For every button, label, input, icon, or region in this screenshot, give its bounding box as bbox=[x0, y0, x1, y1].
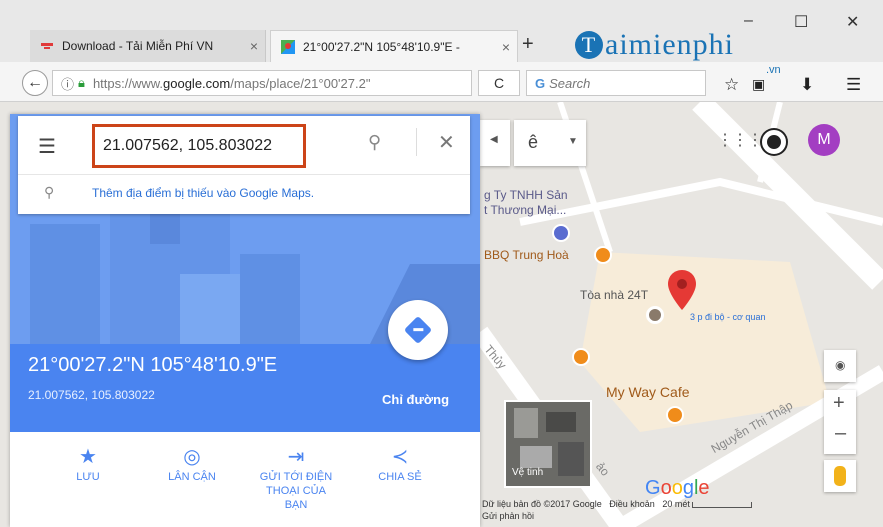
company-label[interactable]: g Ty TNHH Sản t Thương Mại... bbox=[484, 188, 568, 218]
my-location-button[interactable]: ◉ bbox=[824, 350, 856, 382]
collapse-panel-button[interactable]: ◀ bbox=[480, 120, 510, 166]
directions-button[interactable] bbox=[388, 300, 448, 360]
satellite-label: Vệ tinh bbox=[512, 467, 544, 478]
restaurant-icon[interactable] bbox=[594, 246, 612, 264]
menu-icon[interactable]: ☰ bbox=[846, 75, 861, 95]
send-to-phone-icon: ⇥ bbox=[287, 446, 305, 468]
chevron-left-icon: ◀ bbox=[490, 134, 498, 145]
bookmark-star-icon[interactable]: ☆ bbox=[724, 75, 739, 95]
search-card: ☰ 21.007562, 105.803022 ⚲ ✕ ⚲ Thêm địa đ… bbox=[18, 116, 470, 214]
cafe-icon[interactable] bbox=[666, 406, 684, 424]
feedback-link[interactable]: Gửi phản hồi bbox=[482, 511, 534, 521]
library-icon[interactable]: ▣ bbox=[752, 76, 765, 93]
directions-label[interactable]: Chỉ đường bbox=[382, 392, 449, 407]
hamburger-menu-icon[interactable]: ☰ bbox=[38, 134, 56, 159]
zoom-out-button[interactable]: – bbox=[835, 422, 846, 445]
close-tab-icon[interactable]: × bbox=[495, 39, 517, 55]
save-button[interactable]: ★ LƯU bbox=[48, 444, 128, 484]
search-input[interactable]: 21.007562, 105.803022 bbox=[92, 124, 306, 168]
map-data-credit: Dữ liệu bản đồ ©2017 Google bbox=[482, 499, 602, 509]
download-icon[interactable]: ⬇ bbox=[800, 75, 814, 95]
navigation-bar: ← ⓘ 🔒︎ https://www. google.com/maps/place… bbox=[0, 62, 883, 102]
tab-google-maps[interactable]: 21°00'27.2"N 105°48'10.9"E - × bbox=[270, 30, 518, 62]
tab-title: 21°00'27.2"N 105°48'10.9"E - bbox=[303, 39, 460, 54]
satellite-toggle[interactable]: Vệ tinh bbox=[504, 400, 592, 488]
zoom-in-button[interactable]: + bbox=[833, 392, 845, 415]
taimienphi-watermark: Taimienphi bbox=[575, 28, 734, 62]
url-path: /maps/place/21°00'27.2" bbox=[230, 75, 371, 91]
building-label[interactable]: Tòa nhà 24T bbox=[580, 288, 648, 302]
tab-download[interactable]: Download - Tải Miễn Phí VN × bbox=[30, 30, 266, 62]
divider bbox=[18, 174, 470, 175]
scale-label[interactable]: 20 mét bbox=[662, 499, 690, 509]
search-placeholder: Search bbox=[549, 75, 591, 91]
coordinates-header: 21°00'27.2"N 105°48'10.9"E 21.007562, 10… bbox=[10, 300, 480, 432]
decimal-coordinates: 21.007562, 105.803022 bbox=[28, 388, 155, 402]
partial-control[interactable]: ê ▼ bbox=[514, 120, 586, 166]
directions-icon bbox=[403, 315, 433, 345]
reload-button[interactable]: C bbox=[478, 70, 520, 96]
taimienphi-favicon-icon bbox=[40, 39, 54, 53]
google-logo: Google bbox=[645, 477, 710, 499]
place-hero-image: ☰ 21.007562, 105.803022 ⚲ ✕ ⚲ Thêm địa đ… bbox=[10, 114, 480, 432]
share-button[interactable]: ≺ CHIA SẺ bbox=[360, 444, 440, 484]
caret-down-icon: ▼ bbox=[568, 136, 578, 147]
url-prefix: https://www. bbox=[92, 75, 164, 91]
add-missing-place-link[interactable]: Thêm địa điểm bị thiếu vào Google Maps. bbox=[92, 186, 314, 200]
maps-favicon-icon bbox=[281, 39, 295, 54]
terms-link[interactable]: Điều khoản bbox=[609, 499, 655, 509]
walking-time-label: 3 p đi bộ - cơ quan bbox=[690, 312, 766, 322]
url-domain: google.com bbox=[163, 75, 231, 91]
share-icon: ≺ bbox=[391, 446, 409, 468]
search-engine-icon: G bbox=[535, 75, 546, 91]
shopping-icon[interactable] bbox=[552, 224, 570, 242]
star-icon: ★ bbox=[79, 446, 97, 468]
address-bar[interactable]: ⓘ 🔒︎ https://www. google.com/maps/place/2… bbox=[52, 70, 472, 96]
location-target-icon: ◉ bbox=[835, 358, 846, 372]
place-title: 21°00'27.2"N 105°48'10.9"E bbox=[28, 354, 278, 376]
close-tab-icon[interactable]: × bbox=[243, 38, 265, 54]
map-footer: Dữ liệu bản đồ ©2017 Google Điều khoản 2… bbox=[482, 498, 872, 522]
tab-title: Download - Tải Miễn Phí VN bbox=[62, 39, 214, 53]
search-bar[interactable]: G Search bbox=[526, 70, 706, 96]
send-to-phone-button[interactable]: ⇥ GỬI TỚI ĐIỆN THOẠI CỦA BẠN bbox=[256, 444, 336, 512]
place-panel: ☰ 21.007562, 105.803022 ⚲ ✕ ⚲ Thêm địa đ… bbox=[10, 114, 480, 527]
title-bar: Download - Tải Miễn Phí VN × 21°00'27.2"… bbox=[0, 0, 883, 62]
scale-bar bbox=[692, 501, 753, 508]
nearby-button[interactable]: ◎ LÂN CẬN bbox=[152, 444, 232, 484]
avatar[interactable]: M bbox=[808, 124, 840, 156]
close-icon[interactable]: ✕ bbox=[438, 130, 455, 155]
apps-grid-icon[interactable]: ⋮⋮⋮ bbox=[717, 130, 763, 150]
map-canvas[interactable]: ◀ ê ▼ ⋮⋮⋮ M g Ty TNHH Sản t Thương Mại..… bbox=[0, 102, 883, 527]
bbq-label[interactable]: BBQ Trung Hoà bbox=[484, 248, 569, 262]
browser-window: { "browser": { "tabs": [ {"title": "Down… bbox=[0, 0, 883, 527]
location-pin-icon[interactable] bbox=[668, 270, 696, 316]
lock-icon: 🔒︎ bbox=[78, 75, 85, 90]
restaurant-icon[interactable] bbox=[572, 348, 590, 366]
close-window-button[interactable]: ✕ bbox=[846, 12, 859, 32]
search-icon[interactable]: ⚲ bbox=[368, 132, 381, 153]
nearby-icon: ◎ bbox=[183, 446, 201, 468]
divider bbox=[416, 128, 417, 156]
back-button[interactable]: ← bbox=[22, 70, 48, 96]
street-view-button[interactable] bbox=[824, 460, 856, 492]
info-icon: ⓘ bbox=[61, 76, 75, 92]
building-icon[interactable] bbox=[646, 306, 664, 324]
minimize-button[interactable]: – bbox=[744, 12, 753, 30]
zoom-controls: + – bbox=[824, 390, 856, 454]
watermark-suffix: .vn bbox=[766, 64, 781, 76]
location-pin-icon: ⚲ bbox=[44, 184, 55, 200]
back-arrow-icon: ← bbox=[27, 74, 43, 91]
new-tab-button[interactable]: + bbox=[522, 33, 534, 56]
pegman-icon bbox=[834, 466, 846, 486]
cafe-label[interactable]: My Way Cafe bbox=[606, 384, 690, 400]
maximize-button[interactable]: ☐ bbox=[794, 12, 808, 32]
notifications-icon[interactable] bbox=[762, 130, 786, 154]
